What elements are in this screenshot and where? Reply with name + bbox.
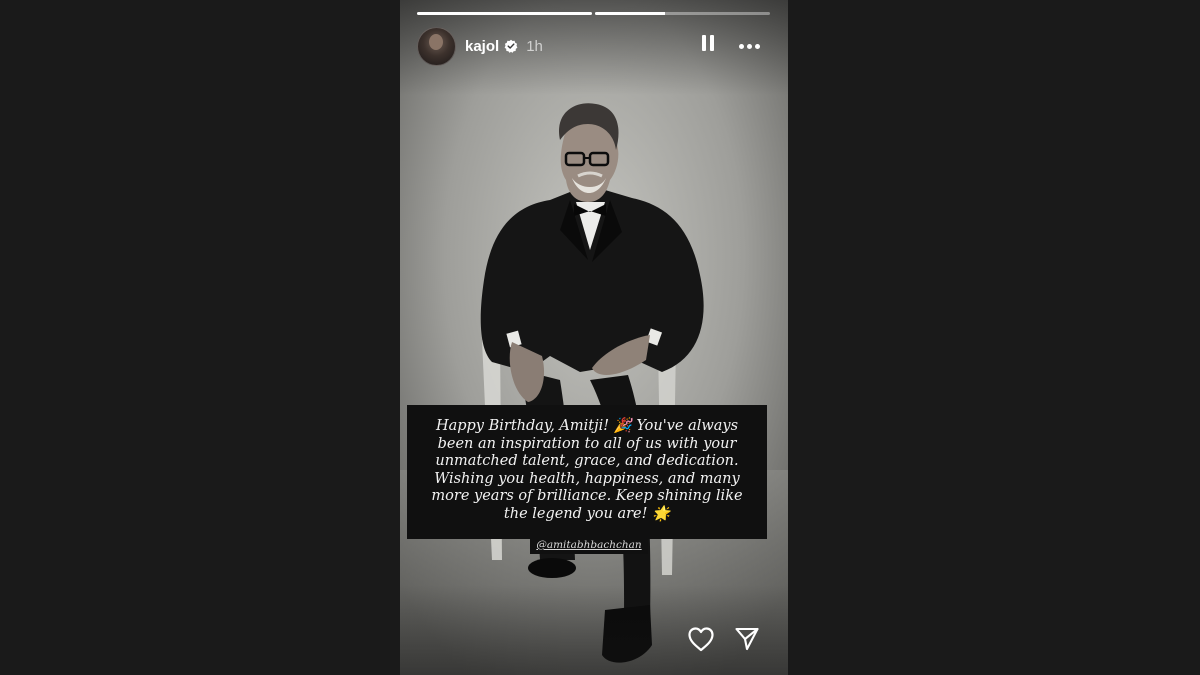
progress-segment <box>417 12 592 15</box>
pause-icon[interactable] <box>699 35 717 57</box>
progress-fill <box>595 12 665 15</box>
story-photo <box>400 0 788 675</box>
progress-fill <box>417 12 592 15</box>
more-options-icon[interactable] <box>739 43 760 49</box>
send-icon <box>735 627 759 651</box>
share-button[interactable] <box>733 625 761 653</box>
caption-sticker: Happy Birthday, Amitji! 🎉 You've always … <box>407 405 767 539</box>
story-actions <box>687 625 761 653</box>
mention-sticker[interactable]: @amitabhbachchan <box>530 536 648 554</box>
story-progress-bar <box>417 12 770 15</box>
story-header: kajol 1h <box>417 26 770 66</box>
heart-icon <box>688 627 714 652</box>
verified-badge-icon <box>504 39 518 53</box>
post-time: 1h <box>526 37 543 55</box>
story-frame[interactable]: kajol 1h Happy Birthday, Amitji! 🎉 You'v… <box>400 0 788 675</box>
caption-text: Happy Birthday, Amitji! 🎉 You've always … <box>431 418 743 522</box>
story-viewer: kajol 1h Happy Birthday, Amitji! 🎉 You'v… <box>0 0 1200 675</box>
like-button[interactable] <box>687 625 715 653</box>
avatar[interactable] <box>417 26 456 66</box>
username[interactable]: kajol <box>465 38 499 55</box>
progress-segment <box>595 12 770 15</box>
